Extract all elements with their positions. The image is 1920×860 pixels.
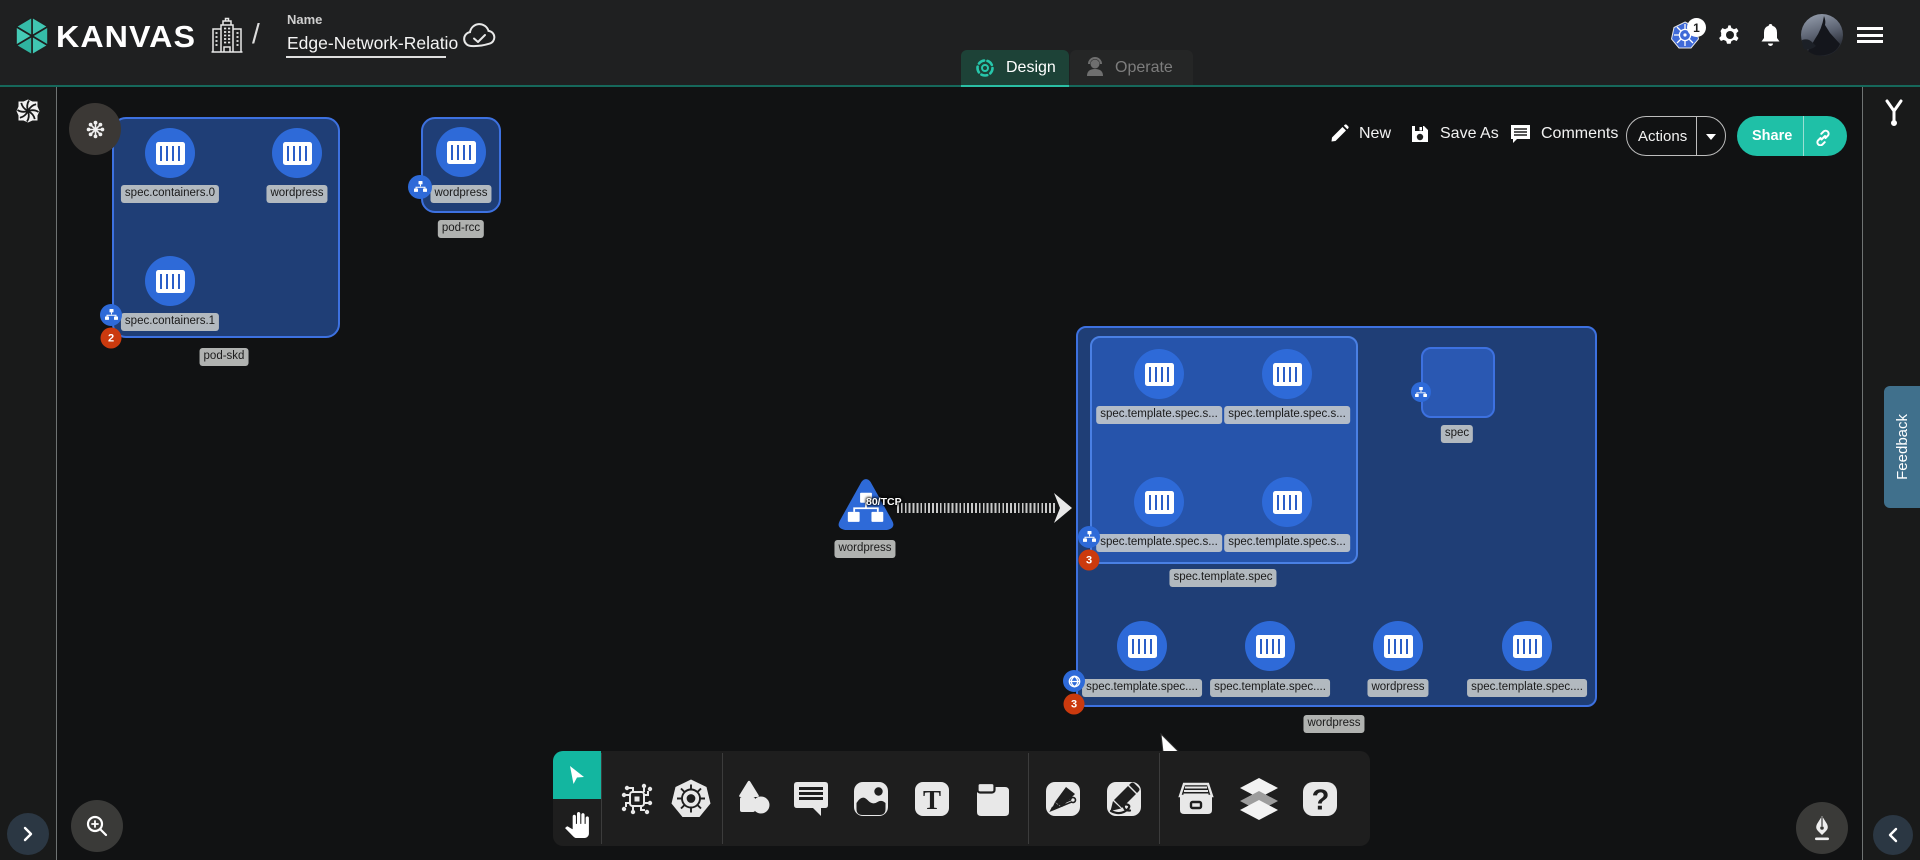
svg-text:T: T — [923, 785, 941, 815]
svg-text:?: ? — [1312, 785, 1330, 817]
